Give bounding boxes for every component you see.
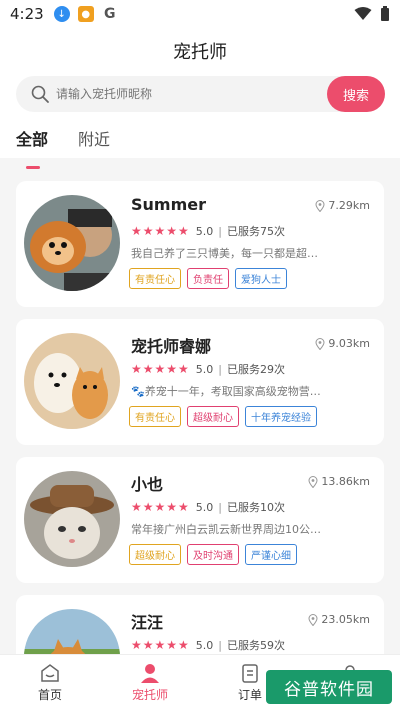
tag: 及时沟通: [187, 544, 239, 565]
tag: 负责任: [187, 268, 229, 289]
sitter-name: Summer: [131, 195, 206, 214]
sitter-card[interactable]: Summer 7.29km ★★★★★ 5.0 | 已服务75次 我自己养了三只…: [16, 181, 384, 307]
tab-nearby[interactable]: 附近: [78, 126, 110, 160]
tag: 有责任心: [129, 268, 181, 289]
star-rating-icon: ★★★★★: [131, 638, 190, 652]
filter-tabs: 全部 附近: [16, 126, 110, 169]
location-pin-icon: [308, 613, 318, 626]
sitter-name: 小也: [131, 475, 164, 494]
served-count: 已服务59次: [227, 639, 286, 652]
divider: |: [218, 638, 223, 652]
page-header: 宠托师 搜索 全部 附近: [0, 28, 400, 169]
tab-all[interactable]: 全部: [16, 126, 48, 169]
location-pin-icon: [315, 337, 325, 350]
page-title: 宠托师: [173, 42, 227, 63]
rating-value: 5.0: [195, 224, 214, 238]
avatar: [24, 195, 120, 291]
divider: |: [218, 362, 223, 376]
wifi-icon: [354, 7, 372, 20]
sitter-icon: [141, 664, 159, 683]
star-rating-icon: ★★★★★: [131, 224, 190, 238]
star-rating-icon: ★★★★★: [131, 500, 190, 514]
divider: |: [218, 500, 223, 514]
nav-label: 宠托师: [131, 688, 168, 702]
search-icon: [31, 85, 49, 103]
tag: 超级耐心: [187, 406, 239, 427]
avatar: [24, 333, 120, 429]
avatar: [24, 471, 120, 567]
home-icon: [41, 664, 59, 682]
search-button[interactable]: 搜索: [327, 76, 385, 112]
notification-app-icon: ●: [77, 6, 94, 22]
distance: 9.03km: [315, 337, 370, 350]
sitter-name: 宠托师睿娜: [131, 337, 212, 356]
distance-value: 7.29km: [328, 199, 370, 212]
search-bar[interactable]: 搜索: [16, 76, 385, 112]
order-icon: [242, 664, 258, 683]
served-count: 已服务75次: [227, 225, 286, 238]
tag: 爱狗人士: [235, 268, 287, 289]
divider: |: [218, 224, 223, 238]
google-icon: G: [103, 6, 116, 22]
rating-row: ★★★★★ 5.0 | 已服务29次: [131, 361, 285, 377]
status-bar: 4:23 ↓ ● G: [0, 0, 400, 28]
sitter-description: 🐾养宠十一年，考取国家高级宠物营…: [131, 385, 321, 398]
sitter-card[interactable]: 宠托师睿娜 9.03km ★★★★★ 5.0 | 已服务29次 🐾养宠十一年，考…: [16, 319, 384, 445]
distance: 23.05km: [308, 613, 370, 626]
rating-row: ★★★★★ 5.0 | 已服务59次: [131, 637, 285, 653]
sitter-card[interactable]: 小也 13.86km ★★★★★ 5.0 | 已服务10次 常年接广州白云凯云新…: [16, 457, 384, 583]
nav-label: 首页: [37, 688, 62, 702]
tag: 严谨心细: [245, 544, 297, 565]
tag: 超级耐心: [129, 544, 181, 565]
distance-value: 13.86km: [321, 475, 370, 488]
battery-icon: [381, 6, 389, 21]
nav-sitters[interactable]: 宠托师: [100, 655, 200, 710]
tag-list: 超级耐心 及时沟通 严谨心细: [129, 544, 297, 565]
served-count: 已服务10次: [227, 501, 286, 514]
rating-value: 5.0: [195, 638, 214, 652]
tag: 有责任心: [129, 406, 181, 427]
sitter-name: 汪汪: [131, 613, 164, 632]
nav-label: 订单: [237, 688, 262, 702]
location-pin-icon: [315, 199, 325, 212]
star-rating-icon: ★★★★★: [131, 362, 190, 376]
tag: 十年养宠经验: [245, 406, 317, 427]
distance: 7.29km: [315, 199, 370, 212]
rating-value: 5.0: [195, 500, 214, 514]
location-pin-icon: [308, 475, 318, 488]
tag-list: 有责任心 超级耐心 十年养宠经验: [129, 406, 317, 427]
served-count: 已服务29次: [227, 363, 286, 376]
distance-value: 9.03km: [328, 337, 370, 350]
rating-row: ★★★★★ 5.0 | 已服务10次: [131, 499, 285, 515]
distance-value: 23.05km: [321, 613, 370, 626]
rating-value: 5.0: [195, 362, 214, 376]
status-time: 4:23: [10, 5, 44, 23]
sitter-description: 我自己养了三只博美，每一只都是超…: [131, 247, 318, 260]
nav-home[interactable]: 首页: [0, 655, 100, 710]
rating-row: ★★★★★ 5.0 | 已服务75次: [131, 223, 285, 239]
sitter-description: 常年接广州白云凯云新世界周边10公…: [131, 523, 321, 536]
tag-list: 有责任心 负责任 爱狗人士: [129, 268, 287, 289]
search-input[interactable]: [56, 76, 316, 112]
download-icon: ↓: [53, 6, 70, 22]
watermark-logo: 谷普软件园: [266, 670, 392, 704]
distance: 13.86km: [308, 475, 370, 488]
